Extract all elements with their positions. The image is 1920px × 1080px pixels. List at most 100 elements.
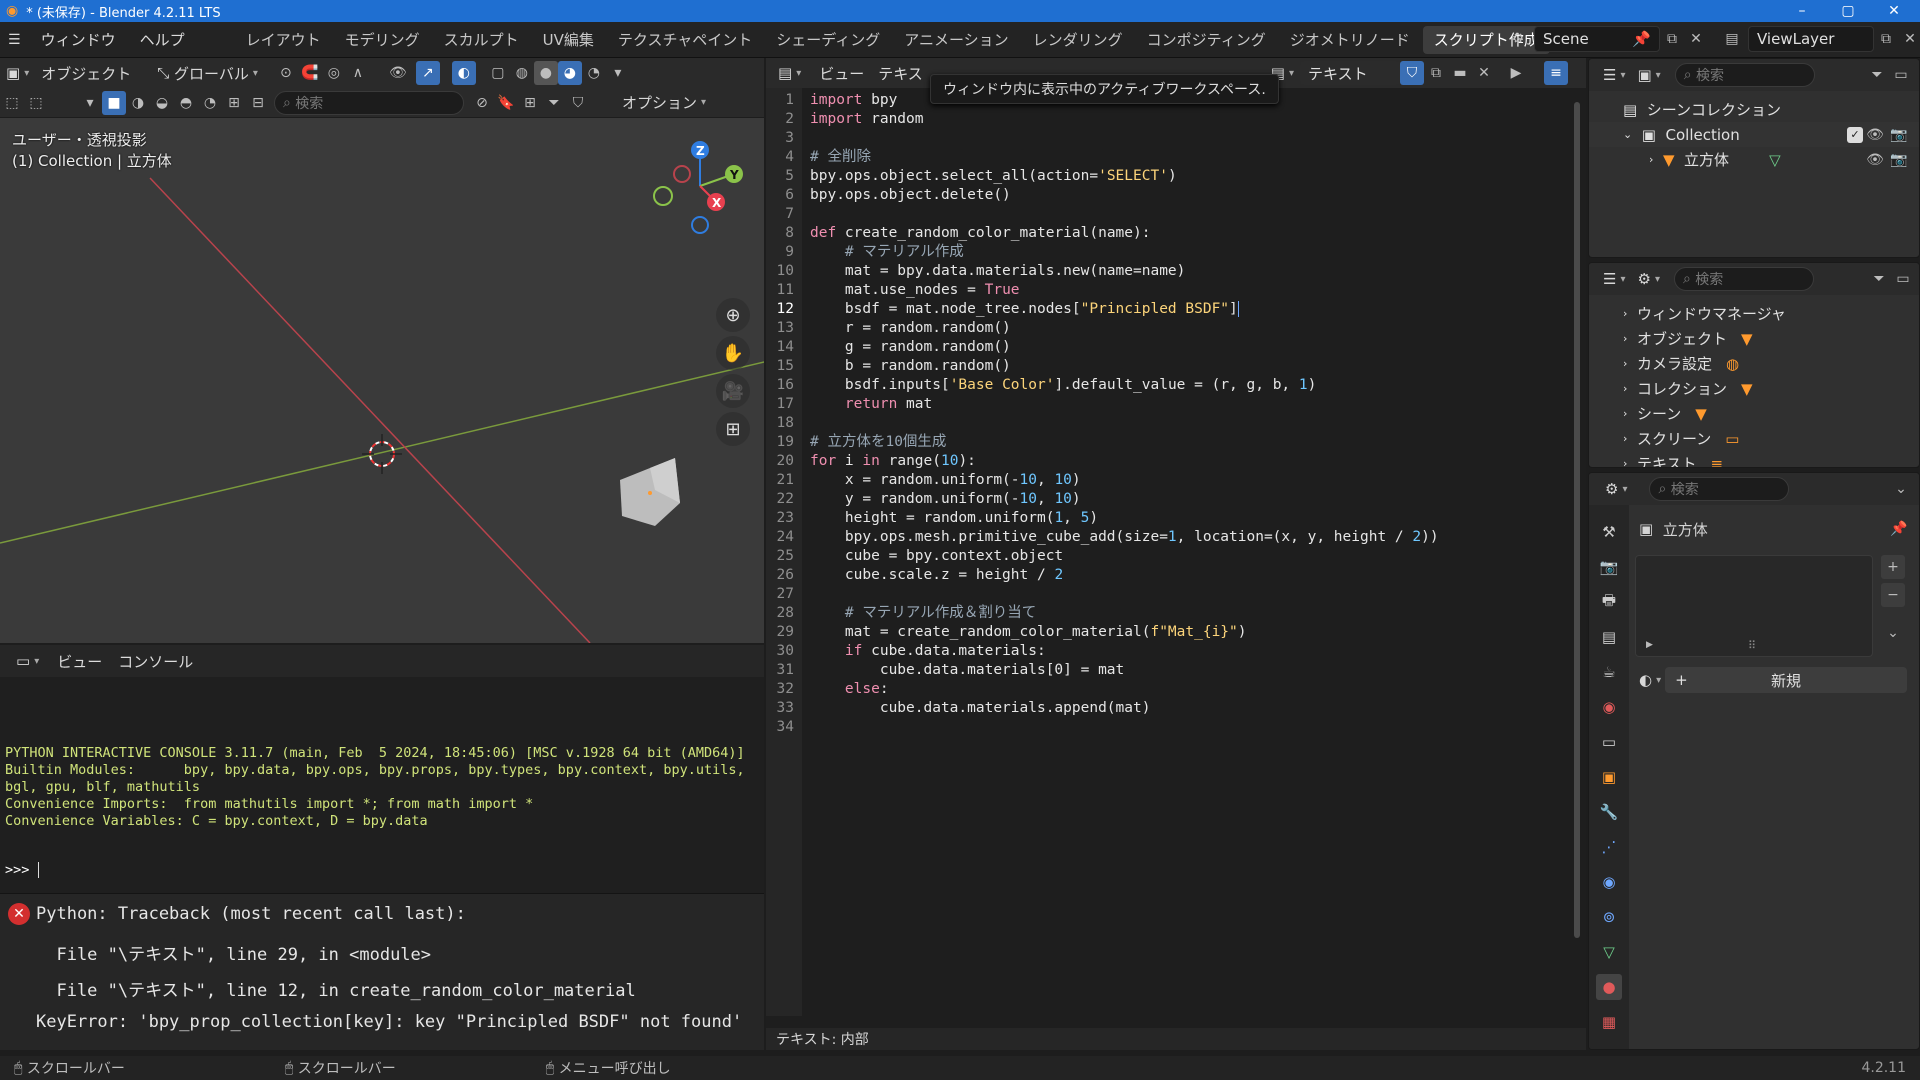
- outliner[interactable]: ☰ ▾ ▣ ▾ ⌕ 検索 ⏷ ▭ ▤ シーンコレクション ⌄ ▣ Collectio…: [1588, 58, 1920, 258]
- text-editor[interactable]: ▤ ▾ ビュー テキス ▤ ▾ テキスト ⛉ ⧉ ▬ ✕ ▶ ≡ 123456789…: [766, 58, 1586, 1050]
- text-name-field[interactable]: テキスト: [1300, 61, 1401, 85]
- scene-icon[interactable]: ⚙: [1506, 27, 1530, 51]
- datablocks-search-input[interactable]: ⌕ 検索: [1673, 267, 1814, 291]
- world-tab-icon[interactable]: ◉: [1596, 694, 1622, 720]
- outliner-editor-type-dropdown[interactable]: ☰ ▾: [1597, 66, 1631, 84]
- fake-user-icon[interactable]: ⛉: [1400, 61, 1425, 85]
- orientation-dropdown[interactable]: ⤡ グローバル ▾: [151, 63, 264, 84]
- code-line[interactable]: height = random.uniform(1, 5): [810, 509, 1570, 528]
- filter-icon[interactable]: ⏷: [1865, 63, 1889, 87]
- code-line[interactable]: # 全削除: [810, 148, 1570, 167]
- bookmark-icon[interactable]: 🔖: [494, 91, 518, 115]
- open-text-icon[interactable]: ▬: [1448, 61, 1472, 85]
- menu-window[interactable]: ウィンドウ: [29, 22, 128, 58]
- new-icon[interactable]: ▭: [1891, 267, 1915, 291]
- datablock-row[interactable]: › カメラ設定 ◍: [1589, 351, 1919, 376]
- display-mode-dropdown[interactable]: ▣ ▾: [1631, 66, 1666, 84]
- workspace-tab[interactable]: コンポジティング: [1136, 26, 1277, 54]
- pin-icon[interactable]: 📌: [1887, 517, 1911, 541]
- code-line[interactable]: [810, 129, 1570, 148]
- minimize-icon[interactable]: –: [1780, 0, 1824, 22]
- run-script-icon[interactable]: ▶: [1504, 61, 1528, 85]
- overlay-icon[interactable]: ◐: [451, 61, 476, 85]
- scene-tab-icon[interactable]: ☕: [1596, 659, 1622, 685]
- 3d-viewport[interactable]: ▣ ▾ オブジェクト ⤡ グローバル ▾ ⊙ 🧲 ◎ ∧ 👁 ↗ ◐ ▢ ◍ ● ◕…: [0, 58, 764, 643]
- code-line[interactable]: cube.scale.z = height / 2: [810, 566, 1570, 585]
- delete-scene-icon[interactable]: ✕: [1684, 27, 1708, 51]
- object-tab-icon[interactable]: ▣: [1596, 764, 1622, 790]
- constraints-tab-icon[interactable]: ⊚: [1596, 904, 1622, 930]
- solid-shading-icon[interactable]: ●: [533, 61, 558, 85]
- code-line[interactable]: x = random.uniform(-10, 10): [810, 471, 1570, 490]
- proportional-edit-icon[interactable]: ◎: [322, 61, 346, 85]
- render-shading-icon[interactable]: ◔: [582, 61, 606, 85]
- view-layer-field[interactable]: ViewLayer: [1748, 26, 1874, 52]
- gizmo-icon[interactable]: ↗: [415, 61, 440, 85]
- eye-icon[interactable]: 👁: [1863, 123, 1887, 147]
- new-view-layer-icon[interactable]: ⧉: [1874, 27, 1898, 51]
- properties-editor-type-dropdown[interactable]: ⚙ ▾: [1599, 480, 1633, 498]
- console-view-menu[interactable]: ビュー: [45, 645, 114, 677]
- particles-tab-icon[interactable]: ⋰: [1596, 834, 1622, 860]
- menu-file[interactable]: ☰: [0, 22, 29, 58]
- select-mode-set-icon[interactable]: ■: [102, 90, 126, 115]
- material-slot-list[interactable]: ▶ ⠿: [1635, 555, 1873, 657]
- workspace-tab[interactable]: スカルプト: [433, 26, 530, 54]
- resize-handle-icon[interactable]: ⠿: [1748, 639, 1756, 652]
- filter-mesh-icon[interactable]: ⊟: [246, 91, 270, 115]
- new-text-icon[interactable]: ⧉: [1424, 61, 1448, 85]
- code-line[interactable]: else:: [810, 680, 1570, 699]
- code-line[interactable]: [810, 205, 1570, 224]
- datablocks-mode-dropdown[interactable]: ⚙ ▾: [1631, 270, 1665, 288]
- code-line[interactable]: bpy.ops.object.select_all(action='SELECT…: [810, 167, 1570, 186]
- ortho-grid-icon[interactable]: ⊞: [716, 412, 750, 446]
- select-box-icon[interactable]: ⬚: [0, 91, 24, 115]
- datablock-row[interactable]: › スクリーン ▭: [1589, 426, 1919, 451]
- code-line[interactable]: # マテリアル作成: [810, 243, 1570, 262]
- checkbox-icon[interactable]: ✓: [1847, 126, 1863, 143]
- text-view-menu[interactable]: ビュー: [807, 58, 876, 88]
- material-browse-icon[interactable]: ◐ ▾: [1635, 671, 1665, 689]
- workspace-tab[interactable]: UV編集: [532, 26, 605, 54]
- visibility-icon[interactable]: 👁: [386, 61, 410, 85]
- view-layer-tab-icon[interactable]: ▤: [1596, 624, 1622, 650]
- workspace-tab[interactable]: ジオメトリノード: [1279, 26, 1421, 54]
- select-mode-and-icon[interactable]: ◔: [198, 91, 222, 115]
- code-line[interactable]: y = random.uniform(-10, 10): [810, 490, 1570, 509]
- mode-dropdown[interactable]: オブジェクト: [35, 63, 145, 84]
- outliner-search-input[interactable]: ⌕ 検索: [1674, 63, 1815, 87]
- collection-tab-icon[interactable]: ▭: [1596, 729, 1622, 755]
- workspace-tab[interactable]: テクスチャペイント: [607, 26, 763, 54]
- camera-icon[interactable]: 📷: [1887, 123, 1911, 147]
- view-layer-icon[interactable]: ▤: [1720, 27, 1744, 51]
- pivot-icon[interactable]: ⊙: [274, 61, 298, 85]
- workspace-tab[interactable]: モデリング: [334, 26, 431, 54]
- select-mode-sub-icon[interactable]: ◒: [150, 91, 174, 115]
- pan-hand-icon[interactable]: ✋: [716, 336, 750, 370]
- datablock-row[interactable]: › コレクション ▼: [1589, 376, 1919, 401]
- select-mode-icon[interactable]: ⬚: [24, 91, 48, 115]
- zoom-icon[interactable]: ⊕: [716, 298, 750, 332]
- new-scene-icon[interactable]: ⧉: [1660, 27, 1684, 51]
- close-icon[interactable]: ✕: [1872, 0, 1916, 22]
- code-line[interactable]: g = random.random(): [810, 338, 1570, 357]
- text-menu[interactable]: テキス: [876, 58, 925, 88]
- code-line[interactable]: r = random.random(): [810, 319, 1570, 338]
- material-tab-icon[interactable]: ●: [1596, 974, 1622, 1000]
- link-icon[interactable]: ⊘: [470, 91, 494, 115]
- cube-row[interactable]: › ▼ 立方体 ▽ 👁 📷: [1589, 147, 1919, 172]
- editor-type-dropdown[interactable]: ▣ ▾: [0, 64, 35, 82]
- workspace-tab[interactable]: レンダリング: [1022, 26, 1134, 54]
- code-line[interactable]: [810, 718, 1570, 737]
- viewport-search-input[interactable]: ⌕ 検索: [274, 90, 464, 115]
- snap-icon[interactable]: 🧲: [298, 61, 322, 85]
- new-collection-icon[interactable]: ▭: [1889, 63, 1913, 87]
- console-menu[interactable]: コンソール: [114, 645, 197, 677]
- wireframe-shading-icon[interactable]: ◍: [510, 61, 534, 85]
- unlink-text-icon[interactable]: ✕: [1472, 61, 1496, 85]
- select-mode-extend-icon[interactable]: ◑: [126, 91, 150, 115]
- filter-icon[interactable]: ⏷: [542, 91, 566, 115]
- datablock-row[interactable]: › ウィンドウマネージャ: [1589, 301, 1919, 326]
- code-line[interactable]: bpy.ops.object.delete(): [810, 186, 1570, 205]
- workspace-tab[interactable]: アニメーション: [893, 26, 1019, 54]
